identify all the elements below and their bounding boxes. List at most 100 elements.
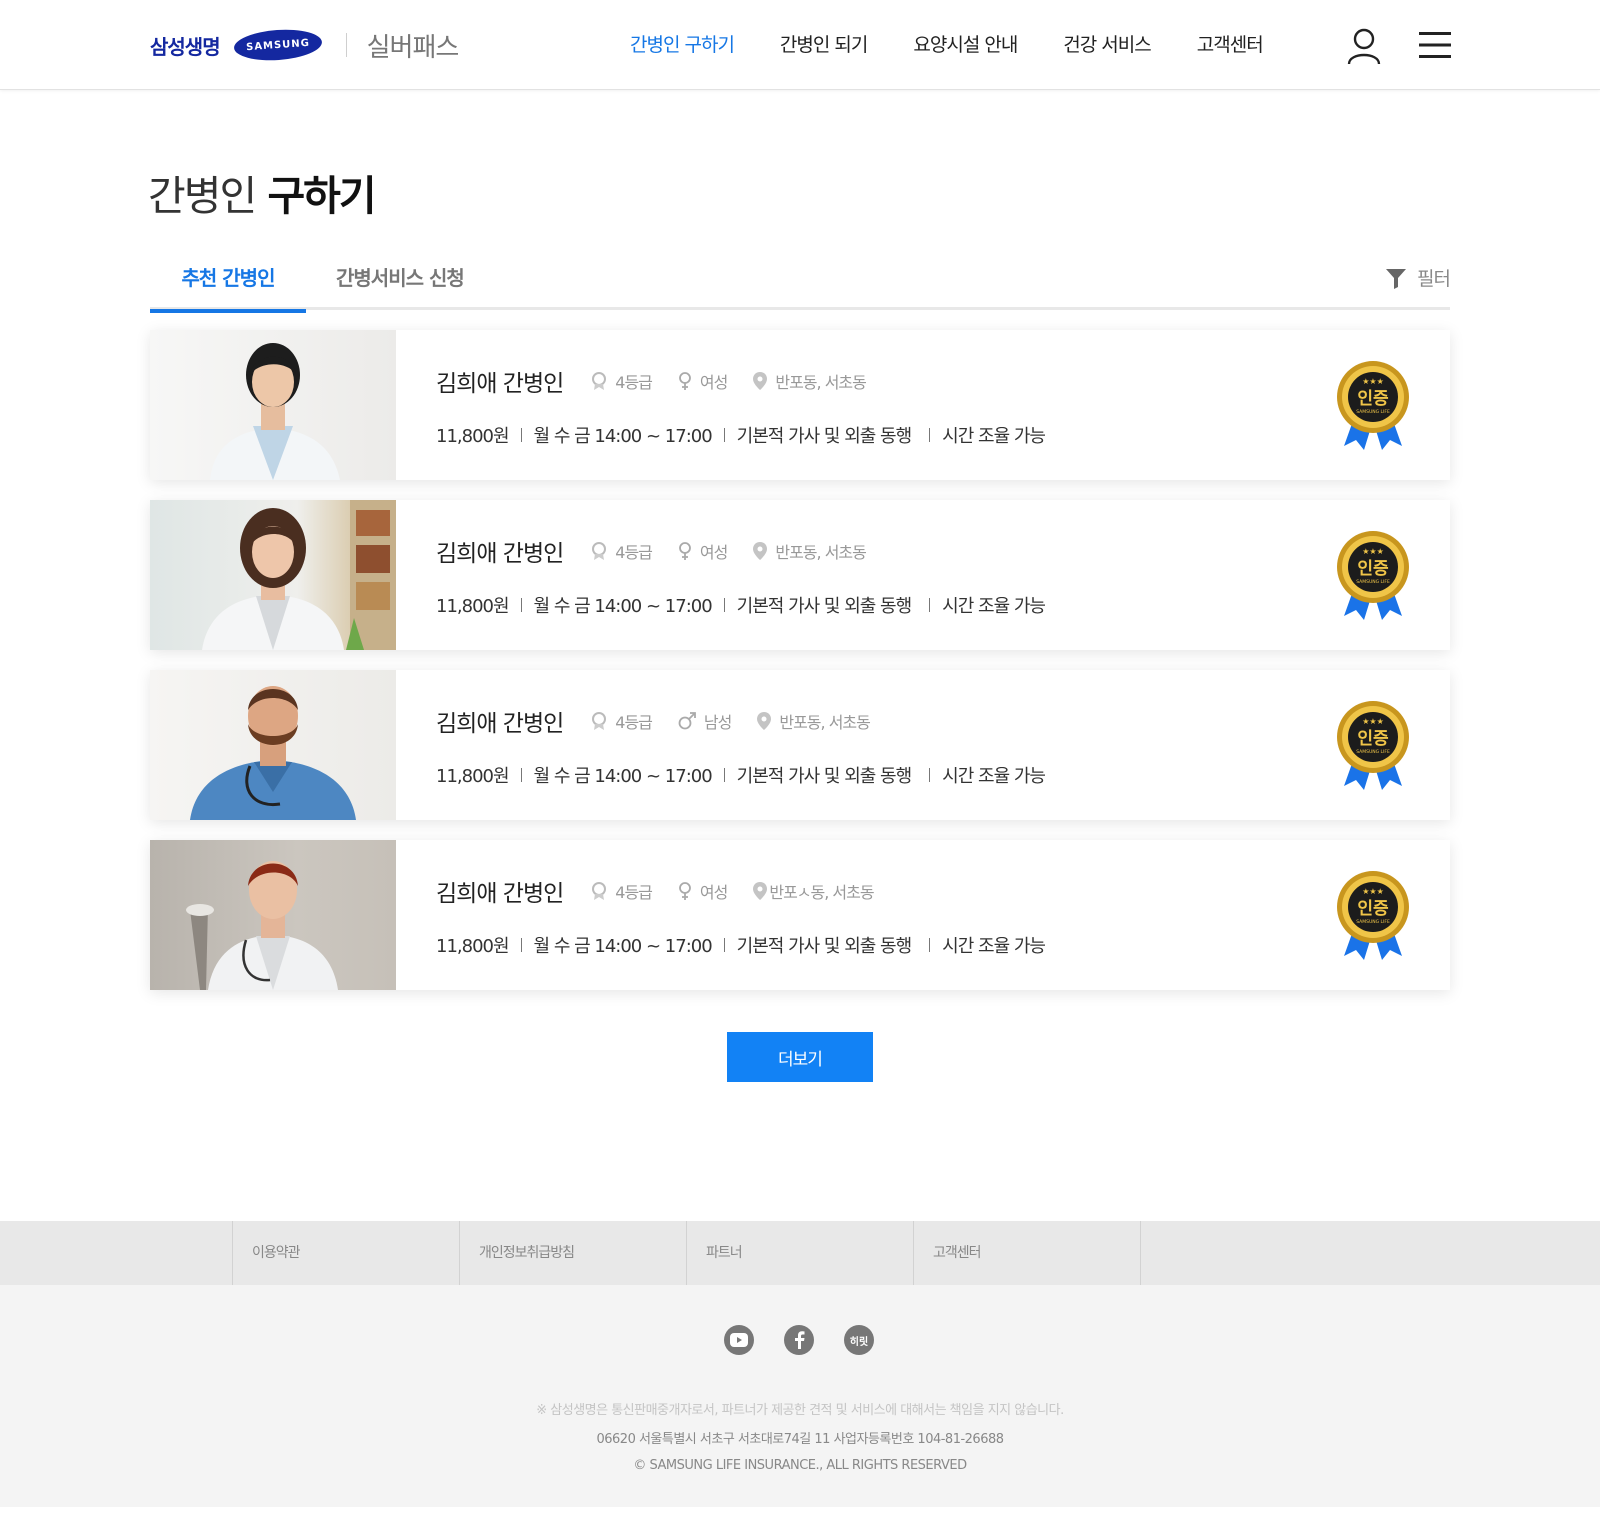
caregiver-gender: 여성 <box>678 879 728 903</box>
caregiver-name: 김희애 간병인 <box>436 541 564 567</box>
certified-badge-icon: ★★★ 인증 SAMSUNG LIFE <box>1334 870 1412 960</box>
caregiver-info: 김희애 간병인 4등급 여성 반포동, 서초동 11,800원 월 수 금 14… <box>436 364 1046 448</box>
footer-disclaimer: ※ 삼성생명은 통신판매중개자로서, 파트너가 제공한 견적 및 서비스에 대해… <box>536 1403 1064 1418</box>
caregiver-location: 반포동, 서초동 <box>757 709 871 733</box>
certified-badge-icon: ★★★ 인증 SAMSUNG LIFE <box>1334 360 1412 450</box>
caregiver-price: 11,800원 <box>436 936 510 957</box>
funnel-icon <box>1386 268 1407 289</box>
tab-care-service-request[interactable]: 간병서비스 신청 <box>336 258 465 310</box>
nav-find-caregiver[interactable]: 간병인 구하기 <box>630 30 735 57</box>
youtube-icon[interactable] <box>724 1325 754 1355</box>
caregiver-gender: 여성 <box>678 539 728 563</box>
brand-korean-logo: 삼성생명 <box>150 34 221 59</box>
svg-text:★★★: ★★★ <box>1362 717 1384 726</box>
separator <box>929 598 931 612</box>
footer-link-privacy[interactable]: 개인정보취급방침 <box>460 1221 687 1285</box>
svg-text:★★★: ★★★ <box>1362 547 1384 556</box>
caregiver-service: 기본적 가사 및 외출 동행 <box>736 426 912 447</box>
caregiver-info: 김희애 간병인 4등급 여성 반포ㅅ동, 서초동 11,800원 월 수 금 1… <box>436 874 1046 958</box>
caregiver-location: 반포동, 서초동 <box>753 539 867 563</box>
caregiver-price: 11,800원 <box>436 596 510 617</box>
footer-links: 이용약관 개인정보취급방침 파트너 고객센터 <box>232 1221 1141 1285</box>
load-more-button[interactable]: 더보기 <box>727 1032 873 1082</box>
caregiver-location: 반포동, 서초동 <box>753 369 867 393</box>
svg-text:인증: 인증 <box>1357 389 1389 409</box>
separator <box>520 598 522 612</box>
caregiver-grade: 4등급 <box>591 879 653 903</box>
caregiver-flex: 시간 조율 가능 <box>942 596 1046 617</box>
footer-link-terms[interactable]: 이용약관 <box>233 1221 460 1285</box>
nav-health-service[interactable]: 건강 서비스 <box>1063 30 1151 57</box>
brand-divider <box>345 33 347 57</box>
certified-badge-icon: ★★★ 인증 SAMSUNG LIFE <box>1334 700 1412 790</box>
page-title-bold: 구하기 <box>267 172 376 220</box>
medal-icon <box>592 882 607 900</box>
female-icon <box>679 542 691 560</box>
footer-link-customer-center[interactable]: 고객센터 <box>914 1221 1141 1285</box>
user-icon[interactable] <box>1346 27 1382 65</box>
caregiver-photo <box>150 330 396 480</box>
caregiver-card[interactable]: 김희애 간병인 4등급 여성 반포동, 서초동 11,800원 월 수 금 14… <box>150 330 1450 480</box>
service-name: 실버패스 <box>366 32 460 63</box>
female-icon <box>679 372 691 390</box>
svg-text:인증: 인증 <box>1357 729 1389 749</box>
hamburger-menu-icon[interactable] <box>1419 31 1451 59</box>
location-pin-icon <box>753 542 768 560</box>
page-title: 간병인 구하기 <box>148 162 377 222</box>
nav-care-facility[interactable]: 요양시설 안내 <box>913 30 1018 57</box>
caregiver-card[interactable]: 김희애 간병인 4등급 여성 반포ㅅ동, 서초동 11,800원 월 수 금 1… <box>150 840 1450 990</box>
filter-button[interactable]: 필터 <box>1385 264 1451 291</box>
caregiver-price: 11,800원 <box>436 426 510 447</box>
location-pin-icon <box>753 372 768 390</box>
caregiver-photo <box>150 670 396 820</box>
brand-logo[interactable]: 삼성생명 SAMSUNG 실버패스 <box>150 26 460 64</box>
separator <box>520 768 522 782</box>
svg-text:★★★: ★★★ <box>1362 377 1384 386</box>
caregiver-schedule: 월 수 금 14:00 ~ 17:00 <box>533 766 713 787</box>
nav-customer-center[interactable]: 고객센터 <box>1197 30 1264 57</box>
caregiver-schedule: 월 수 금 14:00 ~ 17:00 <box>533 426 713 447</box>
hirit-icon[interactable]: 히릿 <box>844 1325 874 1355</box>
caregiver-photo <box>150 840 396 990</box>
caregiver-grade: 4등급 <box>591 369 653 393</box>
svg-text:SAMSUNG LIFE: SAMSUNG LIFE <box>1356 749 1390 755</box>
caregiver-name: 김희애 간병인 <box>436 711 564 737</box>
separator <box>520 428 522 442</box>
caregiver-card[interactable]: 김희애 간병인 4등급 남성 반포동, 서초동 11,800원 월 수 금 14… <box>150 670 1450 820</box>
caregiver-gender: 남성 <box>678 709 732 733</box>
separator <box>723 938 725 952</box>
nav-become-caregiver[interactable]: 간병인 되기 <box>780 30 868 57</box>
svg-text:인증: 인증 <box>1357 559 1389 579</box>
svg-text:SAMSUNG LIFE: SAMSUNG LIFE <box>1356 919 1390 925</box>
footer-address: 06620 서울특별시 서초구 서초대로74길 11 사업자등록번호 104-8… <box>596 1432 1004 1447</box>
caregiver-schedule: 월 수 금 14:00 ~ 17:00 <box>533 596 713 617</box>
caregiver-name: 김희애 간병인 <box>436 881 564 907</box>
page-title-light: 간병인 <box>148 172 257 220</box>
caregiver-card[interactable]: 김희애 간병인 4등급 여성 반포동, 서초동 11,800원 월 수 금 14… <box>150 500 1450 650</box>
certified-badge-icon: ★★★ 인증 SAMSUNG LIFE <box>1334 530 1412 620</box>
tab-recommended-caregivers[interactable]: 추천 간병인 <box>150 258 306 313</box>
separator <box>929 938 931 952</box>
footer-copyright: © SAMSUNG LIFE INSURANCE., ALL RIGHTS RE… <box>633 1458 967 1473</box>
caregiver-flex: 시간 조율 가능 <box>942 426 1046 447</box>
separator <box>929 428 931 442</box>
separator <box>929 768 931 782</box>
separator <box>723 598 725 612</box>
caregiver-info: 김희애 간병인 4등급 남성 반포동, 서초동 11,800원 월 수 금 14… <box>436 704 1046 788</box>
caregiver-info: 김희애 간병인 4등급 여성 반포동, 서초동 11,800원 월 수 금 14… <box>436 534 1046 618</box>
caregiver-grade: 4등급 <box>591 539 653 563</box>
caregiver-flex: 시간 조율 가능 <box>942 766 1046 787</box>
svg-text:SAMSUNG LIFE: SAMSUNG LIFE <box>1356 579 1390 585</box>
site-header: 삼성생명 SAMSUNG 실버패스 간병인 구하기 간병인 되기 요양시설 안내… <box>0 0 1600 90</box>
caregiver-schedule: 월 수 금 14:00 ~ 17:00 <box>533 936 713 957</box>
svg-text:★★★: ★★★ <box>1362 887 1384 896</box>
caregiver-service: 기본적 가사 및 외출 동행 <box>736 936 912 957</box>
female-icon <box>679 882 691 900</box>
location-pin-icon <box>757 712 772 730</box>
social-links: 히릿 <box>724 1325 904 1355</box>
svg-text:SAMSUNG LIFE: SAMSUNG LIFE <box>1356 409 1390 415</box>
location-pin-icon <box>753 882 768 900</box>
svg-text:인증: 인증 <box>1357 899 1389 919</box>
facebook-icon[interactable] <box>784 1325 814 1355</box>
footer-link-partner[interactable]: 파트너 <box>687 1221 914 1285</box>
